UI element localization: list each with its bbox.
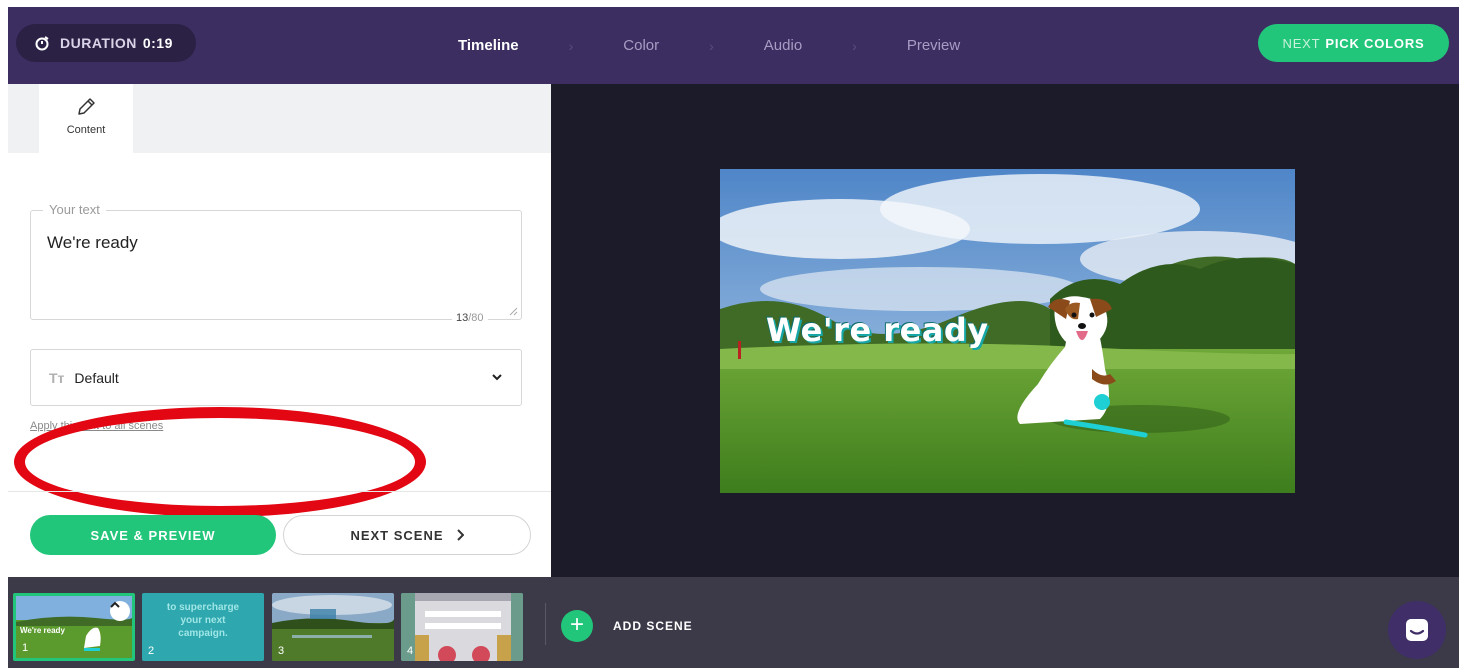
font-select-value: Default [74,369,119,386]
video-editor-app: DURATION 0:19 Timeline › Color › Audio ›… [0,0,1467,668]
scene-2-caption: to supercharge your next campaign. [142,601,264,640]
step-color[interactable]: Color [623,37,659,54]
your-text-field: Your text [30,202,522,320]
char-count: 13 [456,312,469,324]
tab-content-label: Content [66,124,106,136]
scene-strip: We're ready 1 to supercharge your next c… [8,577,1459,668]
scene-thumb-2[interactable]: to supercharge your next campaign. 2 [142,593,264,661]
scene-1-caption: We're ready [20,626,65,635]
next-prefix: NEXT [1282,35,1321,51]
panel-divider [8,491,551,492]
scene-3-image [272,593,394,661]
timer-icon [35,36,49,51]
step-preview[interactable]: Preview [907,37,960,54]
chat-support-button[interactable] [1388,601,1446,659]
scene-1-number: 1 [22,642,29,654]
scene-2-caption-line: your next [180,615,226,626]
scene-2-caption-line: campaign. [178,628,228,639]
chevron-down-icon [492,374,502,381]
scene-3-number: 3 [278,645,285,657]
duration-label: DURATION [60,35,137,51]
duration-pill: DURATION 0:19 [16,24,196,62]
preview-caption: We're ready [766,311,989,349]
step-nav: Timeline › Color › Audio › Preview [458,7,960,84]
next-pick-colors-button[interactable]: NEXT PICK COLORS [1258,24,1449,62]
top-bar: DURATION 0:19 Timeline › Color › Audio ›… [8,7,1459,84]
save-preview-button[interactable]: SAVE & PREVIEW [30,515,276,555]
step-audio[interactable]: Audio [764,37,802,54]
scene-video-preview[interactable]: We're ready [720,169,1295,493]
text-size-icon: Tт [49,369,65,386]
strip-divider [545,603,546,645]
scene-thumb-4[interactable]: 4 [401,593,523,661]
next-scene-button[interactable]: NEXT SCENE [283,515,531,555]
pencil-icon [78,98,95,115]
add-scene-label: ADD SCENE [613,619,693,633]
char-counter: 13/80 [452,312,488,324]
step-timeline[interactable]: Timeline [458,37,519,54]
scene-4-number: 4 [407,645,414,657]
scene-4-image [401,593,523,661]
scene-thumb-1[interactable]: We're ready 1 [13,593,135,661]
scene-2-caption-line: to supercharge [166,602,240,613]
panel-tabs: Content [8,84,551,153]
font-select[interactable]: Tт Default [30,349,522,406]
chevron-up-icon[interactable] [110,601,130,621]
scene-2-number: 2 [148,645,155,657]
chevron-right-icon [456,529,464,541]
content-panel: Content Your text 13/80 Tт Default Apply… [8,84,551,577]
apply-font-all-scenes-link[interactable]: Apply this font to all scenes [30,420,163,432]
chevron-right-icon: › [568,37,574,54]
add-scene-button[interactable]: + ADD SCENE [561,609,693,643]
your-text-input[interactable] [31,211,521,319]
next-label: PICK COLORS [1325,35,1425,51]
chat-icon [1406,619,1428,641]
next-scene-label: NEXT SCENE [350,527,444,543]
preview-area: We're ready [551,84,1459,577]
chevron-right-icon: › [709,37,714,54]
chevron-right-icon: › [852,37,857,54]
tab-content[interactable]: Content [39,84,133,153]
duration-value: 0:19 [142,35,173,51]
resize-grip-icon[interactable] [508,306,518,316]
scene-thumb-3[interactable]: 3 [272,593,394,661]
plus-icon: + [561,610,593,642]
char-max: /80 [468,312,484,324]
